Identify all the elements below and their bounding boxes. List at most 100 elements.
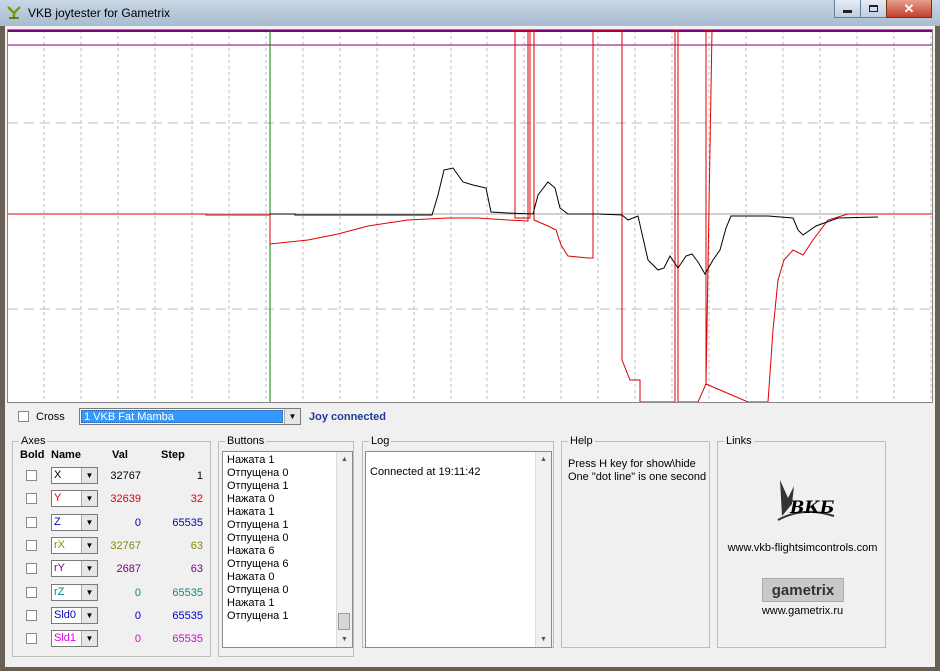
axis-step: 32 — [190, 493, 203, 506]
help-line-1: Press H key for show\hide — [568, 458, 696, 470]
bold-header: Bold — [20, 449, 45, 461]
axis-value: 32767 — [110, 539, 141, 552]
buttons-list-item[interactable]: Отпущена 0 — [223, 532, 336, 545]
close-button[interactable]: ✕ — [886, 0, 932, 18]
connection-status: Joy connected — [309, 411, 387, 423]
links-group-title: Links — [724, 435, 754, 447]
gametrix-logo-text: gametrix — [771, 581, 835, 599]
maximize-icon — [869, 5, 878, 12]
axis-name-select[interactable]: rZ ▼ — [51, 583, 98, 601]
scroll-down-icon[interactable]: ▼ — [536, 632, 551, 647]
axis-row: Z ▼ 0 65535 — [13, 513, 203, 536]
chevron-down-icon: ▼ — [81, 514, 97, 530]
axis-name-select[interactable]: rY ▼ — [51, 560, 98, 578]
axis-name-select[interactable]: Sld1 ▼ — [51, 630, 98, 648]
axis-row: Y ▼ 32639 32 — [13, 490, 203, 512]
axes-group: Axes Bold Name Val Step X ▼ 32767 1 Y ▼ 32639 3… — [12, 435, 211, 657]
bold-checkbox[interactable] — [26, 516, 37, 528]
axis-value: 32639 — [110, 493, 141, 506]
bold-checkbox[interactable] — [26, 470, 37, 481]
help-line-2: One "dot line" is one second — [568, 471, 707, 483]
axis-name: Y — [54, 492, 62, 505]
close-icon: ✕ — [903, 1, 915, 16]
log-textbox[interactable]: Connected at 19:11:42 ▲ ▼ — [365, 451, 552, 648]
cross-label: Cross — [36, 411, 65, 423]
bold-checkbox[interactable] — [26, 539, 37, 551]
buttons-list-item[interactable]: Отпущена 1 — [223, 480, 336, 493]
chevron-down-icon: ▼ — [81, 468, 97, 483]
axis-name: Sld0 — [54, 608, 77, 621]
axis-step: 65535 — [172, 516, 203, 529]
axis-value: 0 — [134, 609, 141, 622]
axis-name-select[interactable]: X ▼ — [51, 467, 98, 484]
axis-name-select[interactable]: Sld0 ▼ — [51, 606, 98, 624]
graph-series-y — [8, 30, 932, 402]
vkb-logo-text: ВКБ — [790, 498, 835, 518]
axis-value: 0 — [134, 633, 141, 646]
minimize-icon — [843, 10, 852, 13]
log-text: Connected at 19:11:42 — [370, 466, 481, 478]
device-select-value: 1 VKB Fat Mamba — [81, 410, 283, 423]
axis-row: Sld0 ▼ 0 65535 — [13, 606, 203, 629]
axis-name-select[interactable]: Z ▼ — [51, 513, 98, 531]
buttons-list-item[interactable]: Нажата 1 — [223, 597, 336, 610]
buttons-list-item[interactable]: Нажата 1 — [223, 506, 336, 519]
help-group: Help Press H key for show\hide One "dot … — [561, 435, 710, 648]
chevron-down-icon: ▼ — [81, 561, 97, 577]
axis-row: rY ▼ 2687 63 — [13, 560, 203, 582]
buttons-list[interactable]: Нажата 1 Отпущена 0 Отпущена 1 Нажата 0 Нажа… — [222, 451, 353, 648]
chevron-down-icon: ▼ — [284, 409, 300, 424]
buttons-list-item[interactable]: Отпущена 0 — [223, 584, 336, 597]
axis-row: rZ ▼ 0 65535 — [13, 583, 203, 606]
gametrix-link[interactable]: www.gametrix.ru — [718, 605, 887, 617]
axis-name: rY — [54, 562, 65, 575]
axis-step: 63 — [190, 539, 203, 552]
buttons-list-item[interactable]: Отпущена 1 — [223, 519, 336, 532]
vkb-link[interactable]: www.vkb-flightsimcontrols.com — [718, 542, 887, 554]
axis-value: 32767 — [110, 470, 141, 482]
scroll-down-icon[interactable]: ▼ — [337, 632, 352, 647]
axis-row: rX ▼ 32767 63 — [13, 536, 203, 559]
scroll-up-icon[interactable]: ▲ — [337, 452, 352, 467]
buttons-list-item[interactable]: Отпущена 1 — [223, 610, 336, 623]
buttons-scrollbar[interactable]: ▲ ▼ — [336, 452, 352, 647]
links-group: Links ВКБ www.vkb-flightsimcontrols.com … — [717, 435, 887, 648]
bold-checkbox[interactable] — [26, 563, 37, 575]
cross-checkbox[interactable] — [18, 411, 29, 425]
title-bar[interactable]: VKB joytester for Gametrix ✕ — [0, 0, 940, 26]
buttons-list-item[interactable]: Нажата 0 — [223, 571, 336, 584]
axis-row: X ▼ 32767 1 — [13, 467, 203, 489]
maximize-button[interactable] — [860, 0, 887, 18]
axis-name: X — [54, 469, 62, 481]
axis-row: Sld1 ▼ 0 65535 — [13, 630, 203, 652]
buttons-list-item[interactable]: Нажата 0 — [223, 493, 336, 506]
axis-name: Sld1 — [54, 632, 77, 645]
gametrix-logo[interactable]: gametrix — [762, 578, 844, 602]
name-header: Name — [51, 449, 81, 461]
device-select[interactable]: 1 VKB Fat Mamba ▼ — [79, 408, 301, 425]
axis-step: 65535 — [172, 586, 203, 599]
axis-step: 63 — [190, 563, 203, 576]
bold-checkbox[interactable] — [26, 633, 37, 645]
axis-name-select[interactable]: Y ▼ — [51, 490, 98, 508]
axis-step: 65535 — [172, 633, 203, 646]
axis-name-select[interactable]: rX ▼ — [51, 536, 98, 554]
axes-group-title: Axes — [19, 435, 48, 447]
minimize-button[interactable] — [834, 0, 861, 18]
log-scrollbar[interactable]: ▲ ▼ — [535, 452, 551, 647]
bold-checkbox[interactable] — [26, 493, 37, 505]
step-header: Step — [161, 449, 185, 461]
buttons-list-item[interactable]: Нажата 1 — [223, 454, 336, 467]
buttons-list-item[interactable]: Нажата 6 — [223, 545, 336, 558]
buttons-scroll-thumb[interactable] — [338, 613, 350, 630]
bold-checkbox[interactable] — [26, 586, 37, 598]
scroll-up-icon[interactable]: ▲ — [536, 452, 551, 467]
axis-name: rZ — [54, 585, 65, 598]
buttons-list-item[interactable]: Отпущена 6 — [223, 558, 336, 571]
buttons-list-item[interactable]: Отпущена 0 — [223, 467, 336, 480]
chevron-down-icon: ▼ — [81, 584, 97, 600]
vkb-logo[interactable]: ВКБ — [768, 476, 838, 526]
app-icon — [7, 6, 21, 19]
axis-step: 65535 — [172, 609, 203, 622]
bold-checkbox[interactable] — [26, 609, 37, 621]
